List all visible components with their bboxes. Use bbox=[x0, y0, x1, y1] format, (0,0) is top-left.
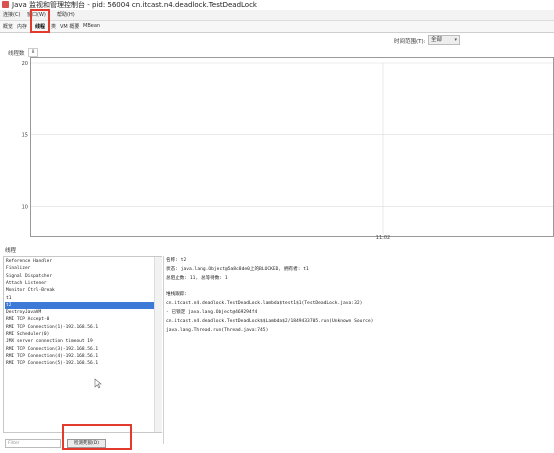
tab-overview[interactable]: 概览 bbox=[3, 23, 13, 30]
detail-line: - 已锁定 java.lang.Object@469294f4 bbox=[166, 310, 258, 315]
tab-bar: 概览 内存 线程 类 VM 概要 MBean bbox=[0, 21, 554, 33]
detail-line: 总阻止数: 11, 总等待数: 1 bbox=[166, 276, 228, 281]
thread-list-item[interactable]: Finalizer bbox=[5, 265, 161, 272]
thread-list-item[interactable]: Monitor Ctrl-Break bbox=[5, 287, 161, 294]
detail-line: 堆栈跟踪: bbox=[166, 292, 188, 297]
thread-list-item[interactable]: Attach Listener bbox=[5, 280, 161, 287]
chart-y-tick-label: 20 bbox=[22, 61, 28, 67]
java-app-icon bbox=[2, 1, 9, 8]
time-range-select[interactable]: 全部 ▾ bbox=[428, 35, 460, 45]
window-title: Java 监视和管理控制台 - pid: 56004 cn.itcast.n4.… bbox=[12, 1, 257, 9]
detect-deadlock-button[interactable]: 检测死锁(D) bbox=[67, 439, 106, 448]
thread-details-pane: 名称: t2 状态: java.lang.Object@5a8c8de0上的BLO… bbox=[163, 256, 554, 444]
mouse-cursor-icon bbox=[94, 378, 102, 389]
thread-list-item[interactable]: RMI Scheduler(0) bbox=[5, 331, 161, 338]
menu-connection[interactable]: 连接(C) bbox=[3, 11, 20, 18]
chart-y-tick-label: 10 bbox=[22, 204, 28, 210]
menu-window[interactable]: 窗口(W) bbox=[27, 11, 46, 18]
thread-list-item[interactable]: t1 bbox=[5, 295, 161, 302]
thread-list-item[interactable]: RMI TCP Connection(5)-192.168.56.1 bbox=[5, 360, 161, 367]
thread-list-scrollbar[interactable] bbox=[154, 257, 162, 432]
detail-line: java.lang.Thread.run(Thread.java:745) bbox=[166, 328, 269, 333]
thread-list-item[interactable]: Signal Dispatcher bbox=[5, 273, 161, 280]
detail-line: cn.itcast.n4.deadlock.TestDeadLock$$Lamb… bbox=[166, 319, 374, 324]
thread-list-item[interactable]: DestroyJavaVM bbox=[5, 309, 161, 316]
menu-help[interactable]: 帮助(H) bbox=[57, 11, 75, 18]
thread-list-item[interactable]: Reference Handler bbox=[5, 258, 161, 265]
tab-vm-summary[interactable]: VM 概要 bbox=[60, 23, 79, 30]
thread-list-item[interactable]: RMI TCP Connection(1)-192.168.56.1 bbox=[5, 324, 161, 331]
thread-list-item[interactable]: RMI TCP Connection(3)-192.168.56.1 bbox=[5, 346, 161, 353]
threads-section-label: 线程 bbox=[5, 248, 17, 254]
thread-list-item[interactable]: RMI TCP Accept-0 bbox=[5, 316, 161, 323]
time-range-label: 时间范围(T): bbox=[394, 39, 426, 45]
tab-threads[interactable]: 线程 bbox=[35, 23, 45, 30]
thread-list[interactable]: Reference Handler Finalizer Signal Dispatc… bbox=[3, 256, 162, 433]
tab-memory[interactable]: 内存 bbox=[17, 23, 27, 30]
thread-list-item[interactable]: JMX server connection timeout 19 bbox=[5, 338, 161, 345]
tab-classes[interactable]: 类 bbox=[51, 23, 56, 30]
thread-list-item[interactable]: t2 bbox=[5, 301, 161, 309]
filter-input[interactable]: Filter bbox=[5, 439, 61, 448]
chart-y-tick-label: 15 bbox=[22, 133, 28, 139]
threads-chart-svg: 10 15 20 11:02 bbox=[22, 61, 553, 241]
detail-line: cn.itcast.n4.deadlock.TestDeadLock.lambd… bbox=[166, 301, 363, 306]
chart-x-tick-label: 11:02 bbox=[376, 235, 390, 241]
title-bar: Java 监视和管理控制台 - pid: 56004 cn.itcast.n4.… bbox=[0, 0, 554, 10]
menu-bar: 连接(C) 窗口(W) 帮助(H) bbox=[0, 10, 554, 21]
tab-mbean[interactable]: MBean bbox=[83, 23, 100, 29]
detail-line: 名称: t2 bbox=[166, 258, 187, 263]
detail-line: 状态: java.lang.Object@5a8c8de0上的BLOCKED, … bbox=[166, 267, 309, 272]
time-range-value: 全部 bbox=[431, 37, 443, 43]
thread-list-item[interactable]: RMI TCP Connection(4)-192.168.56.1 bbox=[5, 353, 161, 360]
chevron-down-icon: ▾ bbox=[454, 37, 457, 43]
